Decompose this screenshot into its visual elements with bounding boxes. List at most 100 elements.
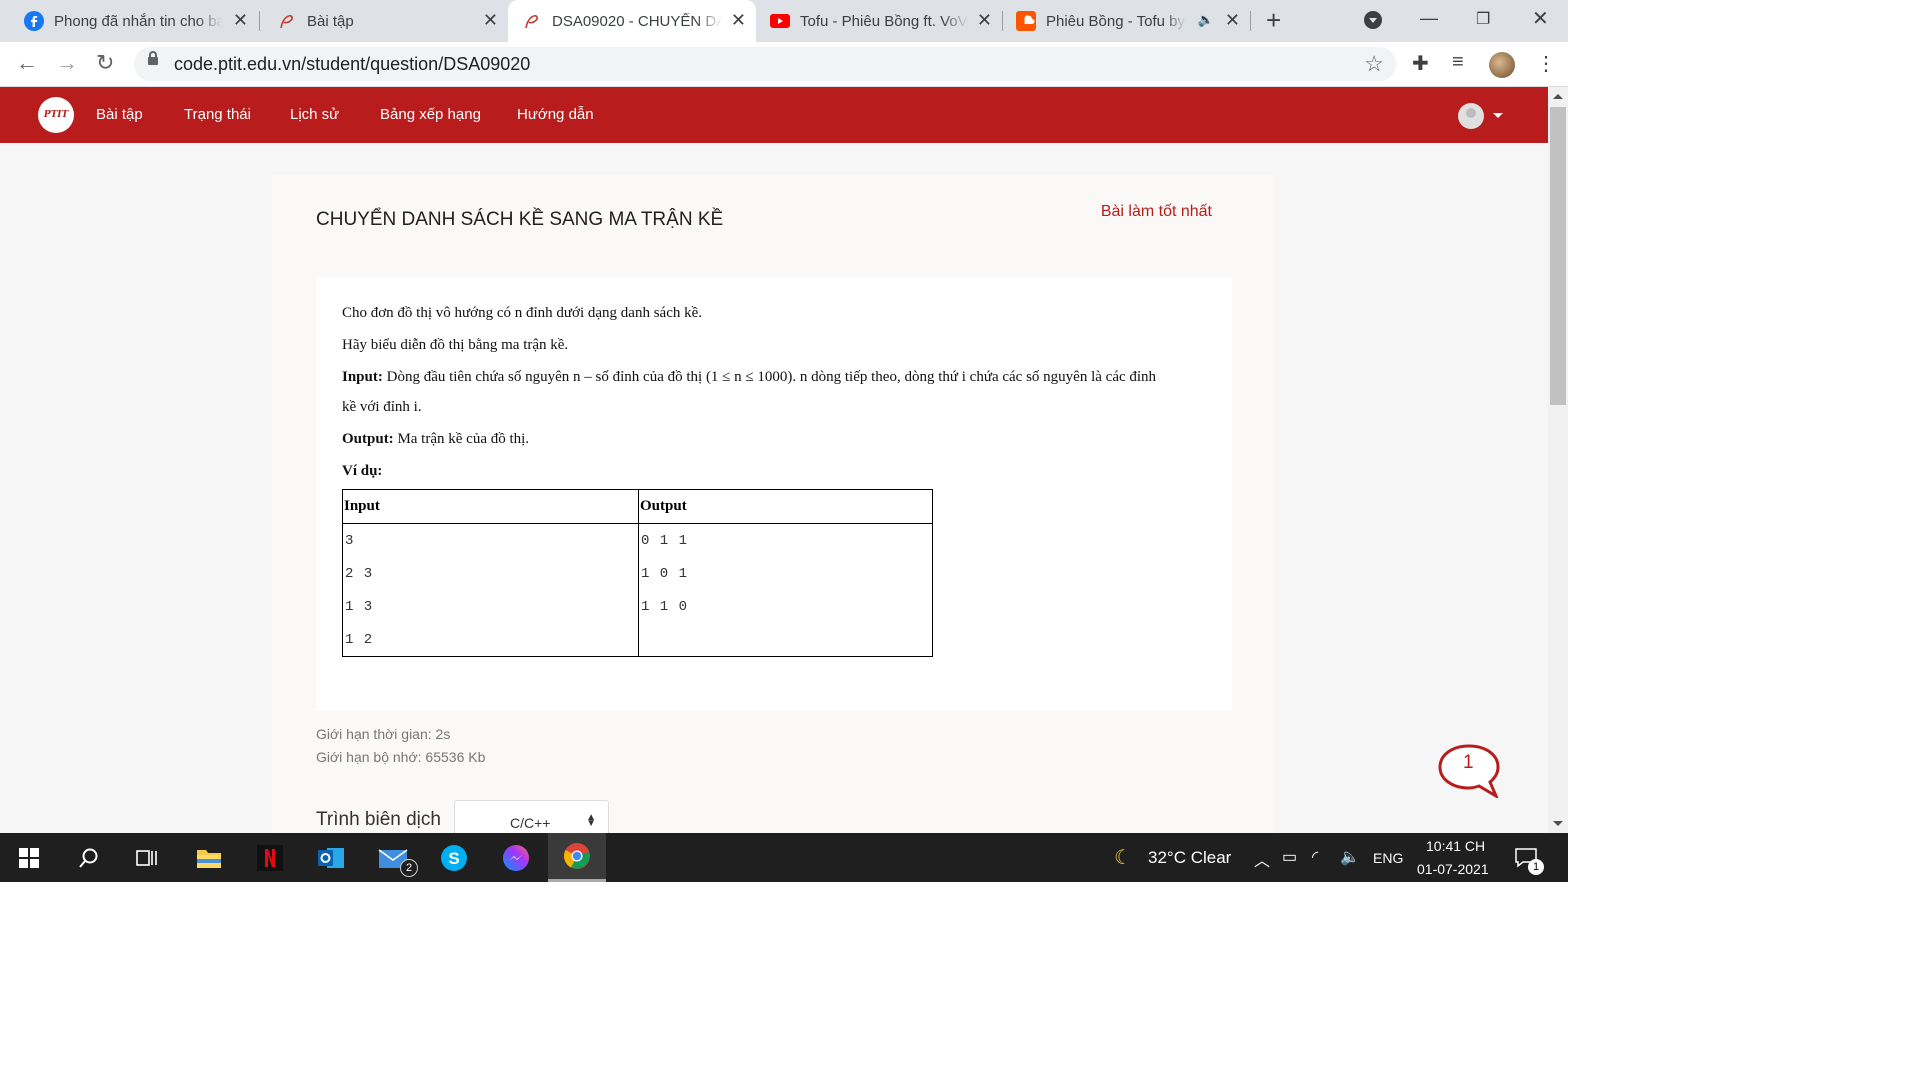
compiler-label: Trình biên dịch <box>316 809 441 830</box>
ptit-logo[interactable]: PTIT <box>38 97 74 133</box>
mail-icon[interactable]: 2 <box>364 833 422 882</box>
ptit-icon <box>277 11 297 31</box>
input-description: Input: Dòng đầu tiên chứa số nguyên n – … <box>342 369 1157 385</box>
minimize-icon[interactable]: — <box>1420 8 1438 29</box>
back-icon[interactable]: ← <box>16 51 38 75</box>
chat-bubble-icon[interactable]: 1 <box>1438 744 1500 800</box>
scroll-up-icon[interactable] <box>1553 94 1563 99</box>
tab-strip: Phong đã nhắn tin cho bạn ✕ Bài tập ✕ DS… <box>0 0 1568 42</box>
profile-avatar[interactable] <box>1489 52 1515 78</box>
page-body: CHUYỂN DANH SÁCH KỀ SANG MA TRẬN KỀ Bài … <box>0 143 1548 833</box>
facebook-icon <box>24 11 44 31</box>
scrollbar-thumb[interactable] <box>1550 107 1566 405</box>
tab-separator <box>1250 11 1251 31</box>
search-icon[interactable] <box>60 833 118 882</box>
windows-taskbar: 2 S ☾ 32°C Clear ︿ ▭ ◜ 🔈 ENG 10:41 CH 01… <box>0 833 1568 882</box>
nav-bang-xep-hang[interactable]: Bảng xếp hạng <box>380 106 481 123</box>
weather-text[interactable]: 32°C Clear <box>1148 848 1231 868</box>
moon-weather-icon[interactable]: ☾ <box>1114 845 1132 870</box>
nav-lich-su[interactable]: Lịch sử <box>290 106 339 123</box>
input-label: Input: <box>342 369 383 385</box>
reload-icon[interactable]: ↻ <box>96 51 114 75</box>
url-text[interactable]: code.ptit.edu.vn/student/question/DSA090… <box>174 54 530 75</box>
messenger-icon[interactable] <box>487 833 545 882</box>
restore-icon[interactable]: ❐ <box>1476 9 1490 29</box>
browser-toolbar: ← → ↻ code.ptit.edu.vn/student/question/… <box>0 42 1568 87</box>
extensions-icon[interactable]: ✚ <box>1412 51 1429 76</box>
clock-time[interactable]: 10:41 CH <box>1426 838 1485 854</box>
select-arrows-icon: ▲ ▼ <box>586 812 596 829</box>
example-input-column: Input 3 2 3 1 3 1 2 <box>343 490 638 656</box>
example-input-header: Input <box>344 498 380 514</box>
lock-icon[interactable] <box>148 51 158 65</box>
new-tab-icon[interactable]: + <box>1266 7 1281 33</box>
site-header: PTIT Bài tập Trạng thái Lịch sử Bảng xếp… <box>0 87 1548 143</box>
media-control-icon[interactable]: ≡ <box>1452 51 1464 74</box>
close-icon[interactable]: ✕ <box>731 11 746 29</box>
example-output-column: Output 0 1 1 1 0 1 1 1 0 <box>638 490 933 656</box>
output-description: Output: Ma trận kề của đồ thị. <box>342 431 530 447</box>
forward-icon[interactable]: → <box>56 51 78 75</box>
mail-badge: 2 <box>400 859 418 877</box>
tab-youtube[interactable]: Tofu - Phiêu Bồng ft. VoVa ✕ <box>756 0 1002 42</box>
example-table: Input 3 2 3 1 3 1 2 Output 0 1 1 1 0 1 1… <box>342 489 933 657</box>
close-icon[interactable]: ✕ <box>483 11 498 29</box>
example-output-header: Output <box>640 498 687 514</box>
tab-dsa09020[interactable]: DSA09020 - CHUYỂN DANH ✕ <box>508 0 756 42</box>
tab-search-icon[interactable] <box>1364 11 1382 29</box>
best-submission-link[interactable]: Bài làm tốt nhất <box>1101 203 1212 221</box>
windows-start-icon[interactable] <box>0 833 58 882</box>
audio-playing-icon[interactable]: 🔈 <box>1198 12 1214 28</box>
window-close-icon[interactable]: ✕ <box>1532 6 1549 31</box>
menu-icon[interactable]: ⋮ <box>1536 51 1556 76</box>
nav-bai-tap[interactable]: Bài tập <box>96 106 143 123</box>
chevron-up-icon[interactable]: ︿ <box>1254 847 1270 871</box>
example-label: Ví dụ: <box>342 463 383 479</box>
bookmark-star-icon[interactable]: ☆ <box>1364 51 1384 77</box>
outlook-icon[interactable] <box>302 833 360 882</box>
close-icon[interactable]: ✕ <box>977 11 992 29</box>
input-description-cont: kề với đỉnh i. <box>342 399 422 415</box>
battery-icon[interactable]: ▭ <box>1282 847 1297 867</box>
volume-icon[interactable]: 🔈 <box>1340 847 1360 867</box>
example-input-line: 1 3 <box>345 599 374 615</box>
notification-badge: 1 <box>1528 859 1544 875</box>
example-output-line: 1 0 1 <box>641 566 689 582</box>
tab-facebook[interactable]: Phong đã nhắn tin cho bạn ✕ <box>0 0 258 42</box>
statement-line: Hãy biểu diễn đồ thị bằng ma trận kề. <box>342 337 569 353</box>
page-scrollbar[interactable] <box>1548 87 1568 833</box>
example-input-line: 1 2 <box>345 632 374 648</box>
table-header-divider <box>343 523 932 524</box>
task-view-icon[interactable] <box>118 833 176 882</box>
nav-huong-dan[interactable]: Hướng dẫn <box>517 106 594 123</box>
chrome-taskbar-icon[interactable] <box>548 833 606 882</box>
language-indicator[interactable]: ENG <box>1373 850 1403 866</box>
netflix-icon[interactable] <box>241 833 299 882</box>
address-bar[interactable]: code.ptit.edu.vn/student/question/DSA090… <box>134 47 1396 81</box>
svg-text:S: S <box>448 849 459 868</box>
nav-trang-thai[interactable]: Trạng thái <box>184 106 251 123</box>
clock-date[interactable]: 01-07-2021 <box>1417 861 1489 877</box>
scroll-down-icon[interactable] <box>1553 821 1563 826</box>
memory-limit: Giới hạn bộ nhớ: 65536 Kb <box>316 749 486 765</box>
close-icon[interactable]: ✕ <box>233 11 248 29</box>
time-limit: Giới hạn thời gian: 2s <box>316 726 451 742</box>
example-input-line: 2 3 <box>345 566 374 582</box>
skype-icon[interactable]: S <box>425 833 483 882</box>
wifi-icon[interactable]: ◜ <box>1312 847 1318 867</box>
output-label: Output: <box>342 431 394 447</box>
soundcloud-icon <box>1016 11 1036 31</box>
file-explorer-icon[interactable] <box>180 833 238 882</box>
compiler-select[interactable]: C/C++ ▲ ▼ <box>454 800 609 833</box>
problem-statement: Cho đơn đồ thị vô hướng có n đỉnh dưới d… <box>316 277 1232 711</box>
chevron-down-icon[interactable] <box>1493 113 1503 118</box>
youtube-icon <box>770 11 790 31</box>
user-avatar[interactable] <box>1458 103 1484 129</box>
example-input-line: 3 <box>345 533 355 549</box>
example-output-line: 0 1 1 <box>641 533 689 549</box>
tab-soundcloud[interactable]: Phiêu Bồng - Tofu by 🔈 ✕ <box>1002 0 1250 42</box>
notification-icon[interactable]: 1 <box>1502 833 1550 882</box>
tab-bai-tap[interactable]: Bài tập ✕ <box>253 0 508 42</box>
statement-line: Cho đơn đồ thị vô hướng có n đỉnh dưới d… <box>342 305 703 321</box>
close-icon[interactable]: ✕ <box>1225 11 1240 29</box>
